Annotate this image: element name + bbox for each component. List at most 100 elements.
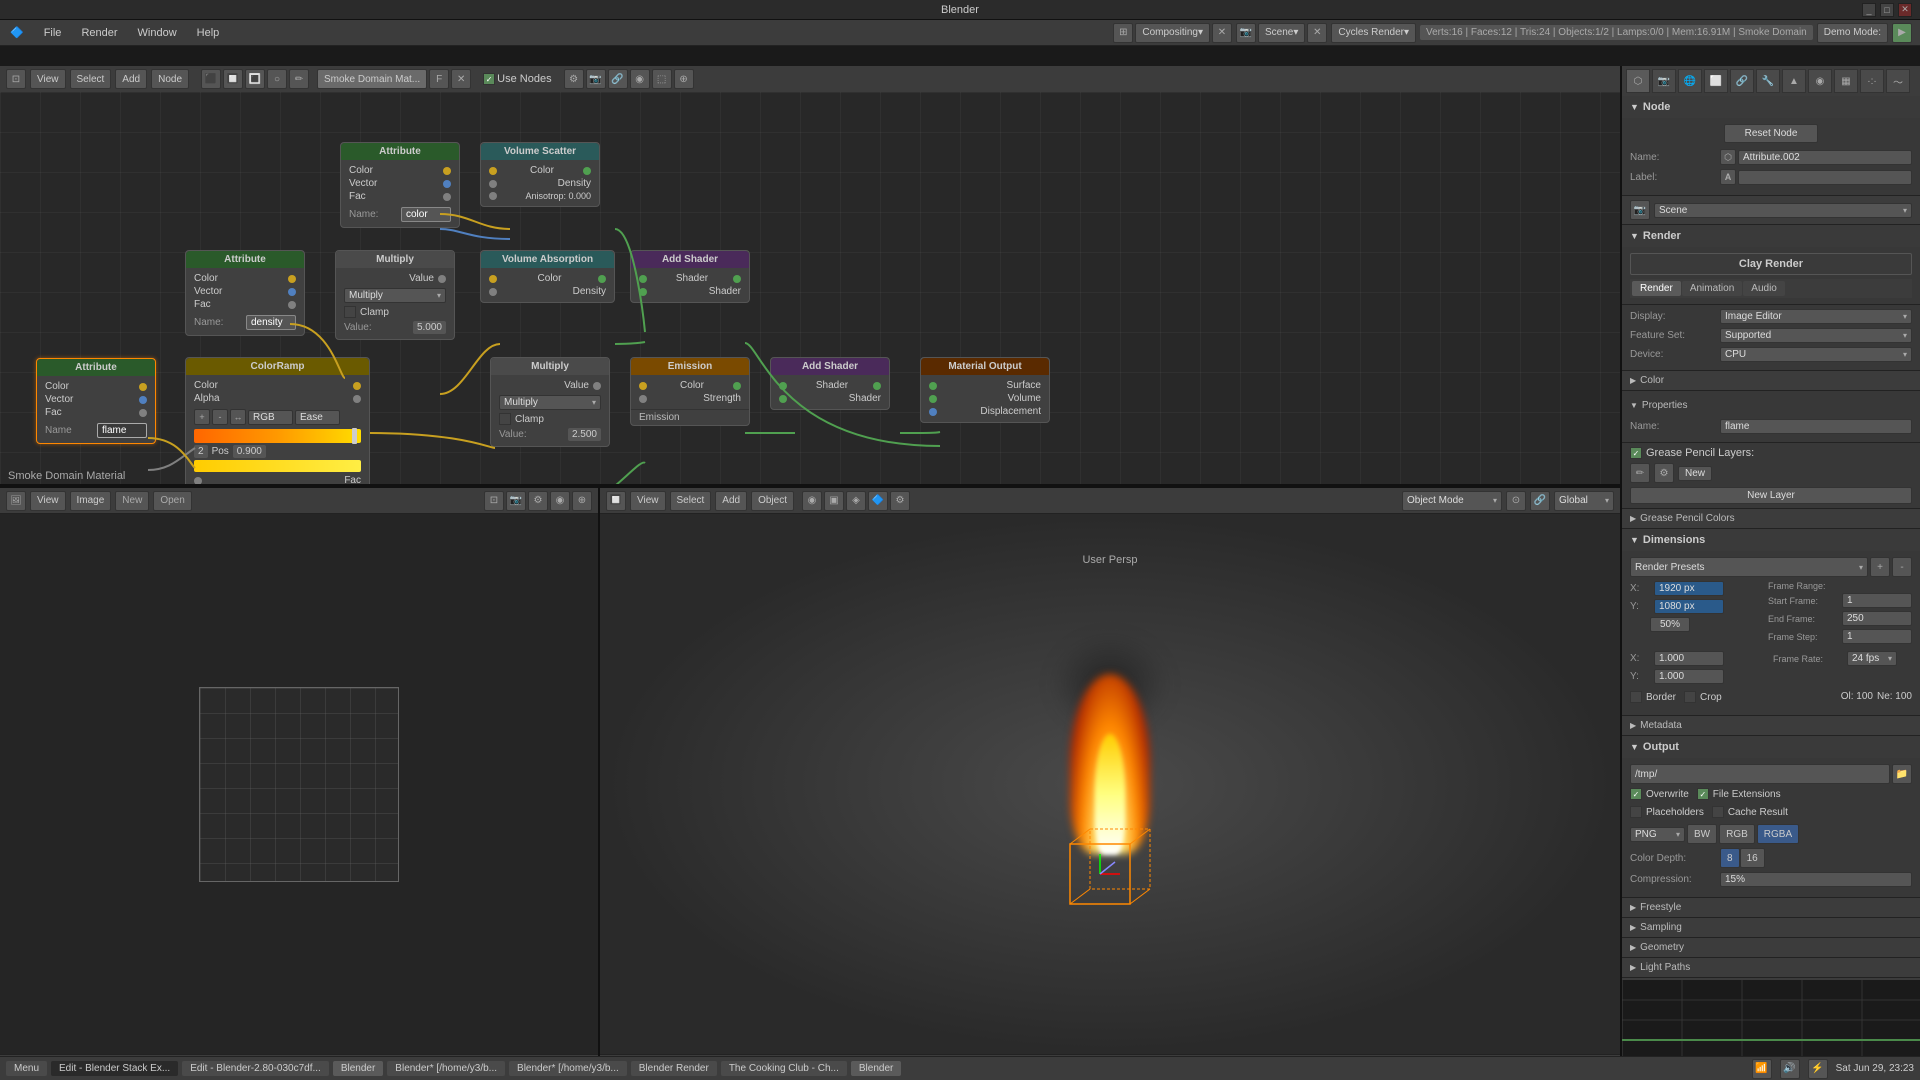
- start-frame-input[interactable]: 1: [1842, 593, 1912, 608]
- gp-new-btn[interactable]: New: [1678, 466, 1712, 481]
- color-row[interactable]: ▶ Color: [1622, 371, 1920, 391]
- dimensions-header[interactable]: ▼ Dimensions: [1622, 529, 1920, 551]
- ne-mode-icon3[interactable]: 🔳: [245, 69, 265, 89]
- cr-arrows[interactable]: ↔: [230, 409, 246, 425]
- device-dropdown[interactable]: CPU ▾: [1720, 347, 1912, 362]
- ne-mode-icon5[interactable]: ✏: [289, 69, 309, 89]
- taskbar-edit2[interactable]: Edit - Blender-2.80-030c7df...: [182, 1061, 329, 1076]
- titlebar-controls[interactable]: _ □ ✕: [1862, 3, 1912, 17]
- end-frame-input[interactable]: [1842, 611, 1912, 626]
- file-ext-check[interactable]: ✓: [1697, 788, 1709, 800]
- panel-scroll-area[interactable]: ▼ Node Reset Node Name: ⬡: [1622, 96, 1920, 980]
- gp-layers-check[interactable]: ✓: [1630, 447, 1642, 459]
- minimize-button[interactable]: _: [1862, 3, 1876, 17]
- panel-constraint-icon[interactable]: 🔗: [1730, 69, 1754, 93]
- ie-icon3[interactable]: 📷: [506, 491, 526, 511]
- format-dropdown[interactable]: PNG ▾: [1630, 827, 1685, 842]
- m2-op[interactable]: Multiply ▾: [499, 395, 601, 410]
- cr-pos[interactable]: 0.900: [233, 445, 266, 458]
- aspect-x[interactable]: 1.000: [1654, 651, 1724, 666]
- af-name-input[interactable]: [97, 423, 147, 438]
- node-color-ramp[interactable]: ColorRamp Color Alpha + -: [185, 357, 370, 486]
- scene-add[interactable]: ✕: [1307, 23, 1327, 43]
- ie-icon5[interactable]: ◉: [550, 491, 570, 511]
- maximize-button[interactable]: □: [1880, 3, 1894, 17]
- panel-material-icon[interactable]: ◉: [1808, 69, 1832, 93]
- cr-mode[interactable]: RGB: [248, 410, 293, 425]
- ie-image[interactable]: Image: [70, 491, 112, 511]
- vp-global[interactable]: Global ▾: [1554, 491, 1614, 511]
- ne-extra1[interactable]: ⚙: [564, 69, 584, 89]
- res-x-input[interactable]: 1920 px: [1654, 581, 1724, 596]
- node-label-input[interactable]: [1738, 170, 1912, 185]
- vp-proportional[interactable]: ⊙: [1506, 491, 1526, 511]
- vp-view[interactable]: View: [630, 491, 666, 511]
- panel-modifier-icon[interactable]: 🔧: [1756, 69, 1780, 93]
- node-attribute2[interactable]: Attribute Color Vector Fac: [185, 250, 305, 336]
- ie-view[interactable]: View: [30, 491, 66, 511]
- new-layer-btn[interactable]: New Layer: [1630, 487, 1912, 504]
- vp-select[interactable]: Select: [670, 491, 712, 511]
- vp-shade4[interactable]: ⚙: [890, 491, 910, 511]
- overwrite-check[interactable]: ✓: [1630, 788, 1642, 800]
- node-volume-scatter[interactable]: Volume Scatter Color Density: [480, 142, 600, 207]
- cr-remove[interactable]: -: [212, 409, 228, 425]
- scene-icon[interactable]: 📷: [1236, 23, 1256, 43]
- rp-add[interactable]: +: [1870, 557, 1890, 577]
- panel-texture-icon[interactable]: ▦: [1834, 69, 1858, 93]
- vp-shade3[interactable]: 🔷: [868, 491, 888, 511]
- animation-tab[interactable]: Animation: [1682, 281, 1742, 296]
- volume-icon[interactable]: 🔊: [1780, 1059, 1800, 1079]
- ie-icon6[interactable]: ⊕: [572, 491, 592, 511]
- menu-file[interactable]: File: [34, 20, 72, 45]
- attr1-name-input[interactable]: [401, 207, 451, 222]
- vp-mode[interactable]: Object Mode ▾: [1402, 491, 1502, 511]
- placeholders-check[interactable]: [1630, 806, 1642, 818]
- cache-result-check[interactable]: [1712, 806, 1724, 818]
- node-add-shader1[interactable]: Add Shader Shader Shader: [630, 250, 750, 303]
- workspace-add[interactable]: ✕: [1212, 23, 1232, 43]
- node-volume-absorption[interactable]: Volume Absorption Color Density: [480, 250, 615, 303]
- crop-check[interactable]: [1684, 691, 1696, 703]
- menu-help[interactable]: Help: [187, 20, 230, 45]
- props-header[interactable]: ▼ Properties: [1630, 395, 1912, 415]
- close-button[interactable]: ✕: [1898, 3, 1912, 17]
- output-browse[interactable]: 📁: [1892, 764, 1912, 784]
- feature-set-dropdown[interactable]: Supported ▾: [1720, 328, 1912, 343]
- ie-icon[interactable]: 🖼: [6, 491, 26, 511]
- node-attribute1[interactable]: Attribute Color Vector Fac: [340, 142, 460, 228]
- ie-icon2[interactable]: ⊡: [484, 491, 504, 511]
- reset-node-btn[interactable]: Reset Node: [1724, 124, 1819, 143]
- ne-mode-icon1[interactable]: ⬛: [201, 69, 221, 89]
- output-path-input[interactable]: /tmp/: [1630, 764, 1890, 784]
- props-name-input[interactable]: flame: [1720, 419, 1912, 434]
- m2-val[interactable]: 2.500: [568, 428, 601, 441]
- node-label-icon[interactable]: 𝐀: [1720, 169, 1736, 185]
- cr-num[interactable]: 2: [194, 445, 208, 458]
- panel-node-icon[interactable]: ⬡: [1626, 69, 1650, 93]
- m1-clamp[interactable]: [344, 306, 356, 318]
- taskbar-blender3[interactable]: Blender* [/home/y3/b...: [509, 1061, 627, 1076]
- ne-select[interactable]: Select: [70, 69, 112, 89]
- vp-shade2[interactable]: ◈: [846, 491, 866, 511]
- menu-render[interactable]: Render: [71, 20, 127, 45]
- viewport-3d[interactable]: 🔲 View Select Add Object ◉ ▣ ◈ 🔷 ⚙ Obj: [600, 488, 1620, 1080]
- ne-extra6[interactable]: ⊕: [674, 69, 694, 89]
- ne-extra3[interactable]: 🔗: [608, 69, 628, 89]
- blender-logo[interactable]: 🔷: [0, 20, 34, 45]
- vp-object[interactable]: Object: [751, 491, 794, 511]
- depth-16-btn[interactable]: 16: [1740, 848, 1765, 868]
- ie-icon4[interactable]: ⚙: [528, 491, 548, 511]
- taskbar-blender4[interactable]: Blender: [851, 1061, 901, 1076]
- taskbar-edit1[interactable]: Edit - Blender Stack Ex...: [51, 1061, 178, 1076]
- ne-shader-pin[interactable]: F: [429, 69, 449, 89]
- node-section-header[interactable]: ▼ Node: [1622, 96, 1920, 118]
- node-material-output[interactable]: Material Output Surface Volume: [920, 357, 1050, 423]
- vp-shade1[interactable]: ▣: [824, 491, 844, 511]
- node-emission[interactable]: Emission Color Strength Emission: [630, 357, 750, 426]
- attr2-name-input[interactable]: [246, 315, 296, 330]
- compression-input[interactable]: 15%: [1720, 872, 1912, 887]
- gp-colors-row[interactable]: ▶ Grease Pencil Colors: [1622, 509, 1920, 529]
- ne-shader-name[interactable]: Smoke Domain Mat...: [317, 69, 427, 89]
- menu-window[interactable]: Window: [128, 20, 187, 45]
